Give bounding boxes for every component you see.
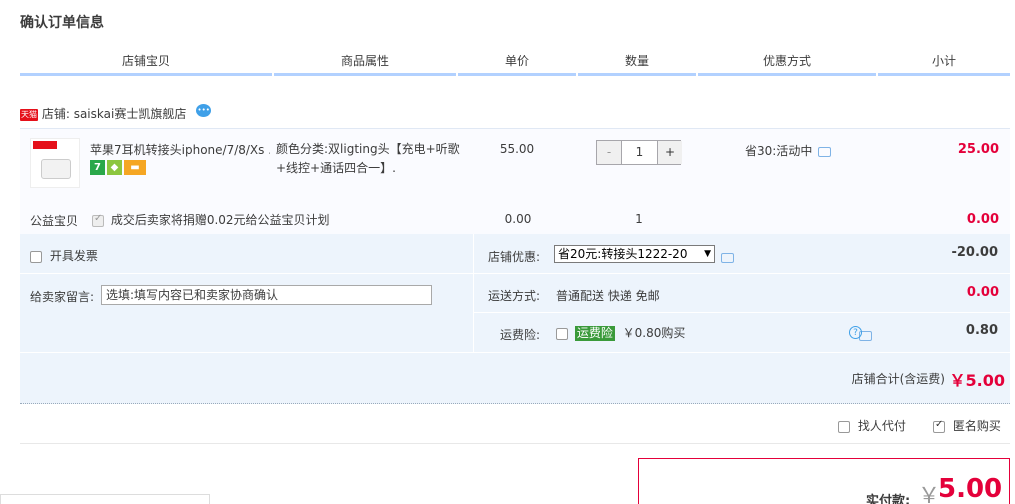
column-quantity: 数量 [578, 50, 696, 76]
item-subtotal: 25.00 [957, 142, 999, 157]
product-attributes: 颜色分类:双ligting头【充电+听歌+线控+通话四合一】. [276, 140, 476, 178]
product-name-link[interactable]: 苹果7耳机转接头iphone/7/8/Xs ... [90, 141, 270, 159]
divider [20, 443, 1010, 444]
discount-message-icon[interactable] [721, 252, 734, 263]
charity-label: 公益宝贝 [30, 214, 79, 228]
insurance-amount: 0.80 [965, 323, 998, 338]
row-divider [20, 352, 1010, 353]
anonymous-checkbox[interactable] [933, 419, 945, 433]
column-shop-item: 店铺宝贝 [20, 50, 272, 76]
invoice-label: 开具发票 [49, 249, 98, 263]
shipping-amount: 0.00 [966, 285, 999, 300]
credit-card-icon: ▬ [124, 160, 146, 175]
insurance-tag: 运费险 [574, 326, 615, 341]
item-promo: 省30:活动中 [745, 142, 832, 159]
row-divider [473, 312, 1010, 313]
unit-price: 55.00 [499, 142, 535, 156]
column-subtotal: 小计 [878, 50, 1010, 76]
promo-text: 省30:活动中 [745, 144, 813, 158]
charity-subtotal: 0.00 [966, 212, 999, 227]
qty-input[interactable]: 1 [621, 141, 658, 164]
seven-day-return-icon: 7 [90, 160, 105, 175]
attr-label: 颜色分类: [276, 142, 329, 156]
invoice-checkbox[interactable] [30, 250, 42, 263]
invoice-option[interactable]: 开具发票 [30, 247, 98, 264]
proxy-pay-option[interactable]: 找人代付 [838, 417, 906, 434]
payment-label: 实付款: [866, 494, 911, 504]
bottom-left-panel [0, 494, 210, 504]
help-icon[interactable]: ? [849, 326, 862, 339]
message-label: 给卖家留言: [30, 290, 95, 304]
anonymous-label: 匿名购买 [952, 419, 1001, 433]
guarantee-icon: ◆ [107, 160, 122, 175]
chat-icon[interactable]: ••• [196, 104, 212, 117]
proxy-pay-checkbox[interactable] [838, 420, 850, 433]
column-unit-price: 单价 [458, 50, 576, 76]
charity-text: 成交后卖家将捐赠0.02元给公益宝贝计划 [110, 213, 330, 227]
charity-qty: 1 [635, 212, 643, 226]
charity-line: 成交后卖家将捐赠0.02元给公益宝贝计划 [92, 211, 330, 228]
payment-amount: 5.00 [938, 474, 1003, 504]
shop-discount-selected: 省20元:转接头1222-20 [558, 247, 688, 261]
message-to-seller-input[interactable]: 选填:填写内容已和卖家协商确认 [101, 285, 432, 305]
shop-total-value: ￥5.00 [949, 371, 1005, 390]
shop-total-label: 店铺合计(含运费) [851, 372, 945, 386]
charity-price: 0.00 [504, 212, 532, 226]
shop-name[interactable]: saiskai赛士凯旗舰店 [74, 107, 187, 121]
insurance-checkbox[interactable] [556, 327, 568, 340]
shipping-label: 运送方式: [487, 289, 540, 303]
insurance-price: ￥0.80购买 [622, 326, 686, 340]
product-thumbnail[interactable] [30, 138, 80, 188]
page-title: 确认订单信息 [20, 15, 104, 31]
shop-discount-label: 店铺优惠: [487, 250, 540, 264]
service-badges: 7 ◆ ▬ [90, 160, 148, 176]
row-divider [20, 273, 473, 274]
shipping-value: 普通配送 快递 免邮 [556, 289, 660, 303]
charity-checkbox [92, 213, 104, 227]
promo-message-icon[interactable] [818, 146, 832, 157]
tmall-icon: 天猫 [20, 108, 38, 121]
chevron-down-icon: ▼ [704, 249, 711, 259]
proxy-pay-label: 找人代付 [857, 419, 906, 433]
qty-minus-button[interactable]: - [597, 141, 621, 164]
shop-label: 店铺: [41, 107, 70, 121]
insurance-label: 运费险: [499, 328, 540, 342]
column-discount: 优惠方式 [698, 50, 876, 76]
quantity-stepper: - 1 + [596, 140, 682, 165]
column-header-row: 店铺宝贝 商品属性 单价 数量 优惠方式 小计 [20, 50, 1010, 76]
payment-currency: ￥ [918, 484, 941, 504]
shop-discount-select[interactable]: 省20元:转接头1222-20 ▼ [554, 245, 715, 263]
qty-plus-button[interactable]: + [658, 141, 682, 164]
column-attributes: 商品属性 [274, 50, 456, 76]
row-divider [473, 273, 1010, 274]
shop-discount-amount: -20.00 [951, 245, 998, 260]
shop-line: 天猫 店铺: saiskai赛士凯旗舰店 ••• [20, 104, 212, 124]
insurance-option[interactable]: 运费险 ￥0.80购买 [556, 324, 685, 341]
anonymous-option[interactable]: 匿名购买 [933, 417, 1001, 434]
